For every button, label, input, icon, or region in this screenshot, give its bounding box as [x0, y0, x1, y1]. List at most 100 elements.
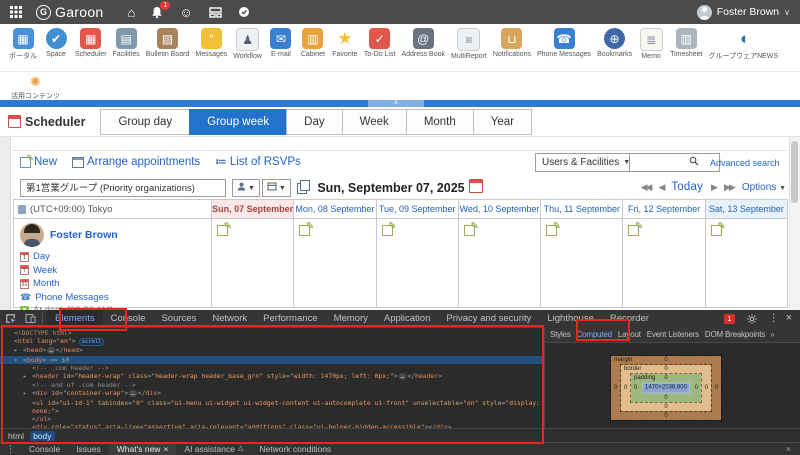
app-item-multireport-icon[interactable]: ≡MultiReport — [448, 28, 490, 60]
new-appointment-icon[interactable] — [628, 225, 639, 236]
view-tab-month[interactable]: Month — [406, 109, 474, 135]
day-cell[interactable] — [294, 219, 376, 308]
new-appointment-icon[interactable] — [464, 225, 475, 236]
sidebar-tab-styles[interactable]: Styles — [547, 327, 574, 342]
dom-node[interactable]: </ul> — [0, 415, 544, 423]
action-ic-arrange[interactable]: Arrange appointments — [72, 156, 200, 168]
new-appointment-icon[interactable] — [299, 225, 310, 236]
app-item-notifications-tray-icon[interactable]: ⊔Notifications — [490, 28, 534, 58]
devtools-tab-console[interactable]: Console — [103, 310, 154, 327]
day-cell[interactable] — [459, 219, 541, 308]
app-item-space-icon[interactable]: ✔Space — [40, 28, 72, 58]
app-item-email-icon[interactable]: ✉E-mail — [265, 28, 297, 58]
sidebar-tab-layout[interactable]: Layout — [615, 327, 644, 342]
drawer-tab-console[interactable]: Console — [21, 443, 68, 455]
prev-day-icon[interactable]: ◀ — [658, 182, 663, 193]
dom-node[interactable]: <!-- end of .com header --> — [0, 381, 544, 389]
timecard-clock-icon[interactable] — [238, 6, 250, 18]
home-icon[interactable]: ⌂ — [128, 6, 136, 19]
dom-node[interactable]: ▾<body> == $0 — [0, 356, 544, 364]
advanced-search-link[interactable]: Advanced search — [710, 158, 780, 168]
member-link-phone-messages[interactable]: ☎Phone Messages — [20, 291, 207, 305]
member-link-month[interactable]: 31Month — [20, 277, 207, 291]
next-day-icon[interactable]: ▶ — [711, 182, 716, 193]
app-item-cabinet-icon[interactable]: ▥Cabinet — [297, 28, 329, 58]
close-tab-icon[interactable]: × — [163, 443, 168, 455]
new-appointment-icon[interactable] — [382, 225, 393, 236]
app-item-todo-list-icon[interactable]: ✓To-Do List — [361, 28, 399, 58]
breadcrumb-body[interactable]: body — [30, 431, 54, 441]
page-scrollbar[interactable] — [789, 137, 800, 310]
app-katsuyo-contents[interactable]: ✺ 活用コンテンツ — [8, 73, 63, 101]
app-item-workflow-icon[interactable]: ♟Workflow — [230, 28, 265, 60]
date-picker-icon[interactable] — [469, 179, 483, 193]
search-input[interactable] — [629, 153, 720, 172]
app-item-memo-icon[interactable]: ≣Memo — [635, 28, 667, 60]
device-toolbar-icon[interactable] — [20, 313, 40, 324]
sidebar-more-icon[interactable]: » — [770, 330, 774, 339]
member-avatar[interactable] — [20, 223, 44, 247]
next-week-icon[interactable]: ▶▶ — [724, 182, 734, 193]
prev-week-icon[interactable]: ◀◀ — [641, 182, 651, 193]
notification-bell-icon[interactable]: 1 — [151, 6, 163, 19]
app-item-phone-messages-icon[interactable]: ☎Phone Messages — [534, 28, 594, 58]
member-link-day[interactable]: 1Day — [20, 250, 207, 264]
day-cell[interactable] — [377, 219, 459, 308]
search-icon[interactable] — [689, 156, 699, 166]
app-item-bookmarks-globe-icon[interactable]: ⊕Bookmarks — [594, 28, 635, 58]
expand-arrow-icon[interactable]: ▸ — [14, 347, 18, 355]
drawer-tab-ai-assistance[interactable]: AI assistance△ — [176, 443, 251, 455]
sidebar-tab-dom-breakpoints[interactable]: DOM Breakpoints — [702, 327, 768, 342]
new-appointment-icon[interactable] — [546, 225, 557, 236]
breadcrumb-html[interactable]: html — [5, 431, 27, 441]
kebab-menu-icon[interactable]: ⋮ — [769, 314, 779, 324]
box-model-margin[interactable]: margin border padding 1470×2036.800 0000… — [611, 356, 721, 420]
app-item-bulletin-board-icon[interactable]: ▧Bulletin Board — [143, 28, 193, 58]
drawer-tab-issues[interactable]: Issues — [68, 443, 109, 455]
devtools-tab-sources[interactable]: Sources — [153, 310, 204, 327]
devtools-tab-network[interactable]: Network — [204, 310, 255, 327]
view-tab-group-day[interactable]: Group day — [100, 109, 190, 135]
today-link[interactable]: Today — [671, 181, 703, 193]
drawer-tab-network-conditions[interactable]: Network conditions — [251, 443, 339, 455]
drawer-kebab-icon[interactable]: ⋮ — [0, 444, 21, 455]
expand-arrow-icon[interactable]: ▸ — [23, 390, 27, 398]
error-count-badge[interactable]: 1 — [724, 314, 734, 324]
search-scope-select[interactable]: Users & Facilities ▼ — [535, 153, 637, 172]
new-appointment-icon[interactable] — [711, 225, 722, 236]
devtools-tab-recorder[interactable]: Recorder — [602, 310, 657, 327]
expand-ellipsis[interactable]: … — [129, 390, 137, 397]
settings-gear-icon[interactable] — [742, 314, 762, 324]
sidebar-tab-computed[interactable]: Computed — [574, 327, 615, 342]
user-menu[interactable]: Foster Brown ∨ — [697, 5, 790, 20]
box-model-content-size[interactable]: 1470×2036.800 — [642, 383, 690, 394]
day-cell[interactable] — [706, 219, 788, 308]
dom-node[interactable]: <!DOCTYPE html> — [0, 329, 544, 337]
view-tab-group-week[interactable]: Group week — [189, 109, 287, 135]
member-link-week[interactable]: 7Week — [20, 264, 207, 278]
dom-node[interactable]: <!-- .com header --> — [0, 364, 544, 372]
expand-ellipsis[interactable]: … — [47, 347, 55, 354]
action-ic-new[interactable]: New — [20, 156, 57, 168]
app-item-portal-icon[interactable]: ▦ポータル — [6, 28, 40, 61]
dom-node[interactable]: ▸<head>…</head> — [0, 346, 544, 355]
devtools-tab-application[interactable]: Application — [376, 310, 438, 327]
app-item-messages-icon[interactable]: “Messages — [192, 28, 230, 58]
close-devtools-icon[interactable]: × — [786, 313, 792, 324]
box-model-padding[interactable]: padding 1470×2036.800 0000 — [631, 374, 701, 402]
garoon-logo[interactable]: G Garoon — [36, 4, 104, 20]
organization-select[interactable]: 第1営業グループ (Priority organizations) — [20, 179, 226, 197]
dom-node[interactable]: ▸<div id="container-wrap">…</div> — [0, 389, 544, 398]
expand-ellipsis[interactable]: … — [399, 373, 407, 380]
sidebar-tab-event-listeners[interactable]: Event Listeners — [644, 327, 702, 342]
devtools-tab-memory[interactable]: Memory — [326, 310, 376, 327]
day-cell[interactable] — [212, 219, 294, 308]
app-item-timesheet-icon[interactable]: ▥Timesheet — [667, 28, 705, 58]
devtools-tab-performance[interactable]: Performance — [255, 310, 325, 327]
dom-node[interactable]: <ul id="ui-id-1" tabindex="0" class="ui-… — [0, 399, 544, 415]
inspect-element-icon[interactable] — [0, 313, 20, 324]
member-name-link[interactable]: Foster Brown — [50, 229, 118, 241]
app-item-address-book-icon[interactable]: @Address Book — [398, 28, 448, 58]
devtools-tab-privacy-and-security[interactable]: Privacy and security — [438, 310, 539, 327]
dom-node[interactable]: <html lang="en">scroll — [0, 337, 544, 346]
